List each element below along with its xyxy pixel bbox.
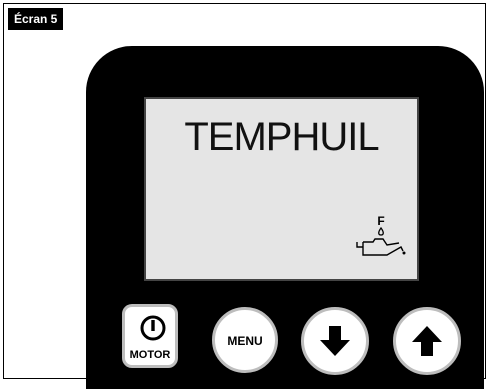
oil-can-icon: F	[356, 214, 406, 256]
power-icon	[140, 315, 166, 341]
control-panel: TEMPHUIL F MOTOR MENU	[86, 46, 484, 389]
arrow-up-icon	[412, 326, 442, 356]
screen-tag: Écran 5	[8, 8, 64, 30]
menu-button-label: MENU	[227, 334, 263, 348]
motor-button[interactable]: MOTOR	[122, 304, 178, 368]
lcd-display: TEMPHUIL F	[144, 97, 419, 281]
up-button[interactable]	[393, 307, 461, 375]
motor-button-label: MOTOR	[129, 349, 171, 361]
menu-button[interactable]: MENU	[212, 307, 278, 373]
figure-frame: Écran 5 TEMPHUIL F MOTOR MENU	[3, 3, 486, 389]
oil-indicator-label: F	[377, 214, 384, 228]
lcd-text: TEMPHUIL	[184, 115, 379, 159]
arrow-down-icon	[320, 326, 350, 356]
down-button[interactable]	[301, 307, 369, 375]
